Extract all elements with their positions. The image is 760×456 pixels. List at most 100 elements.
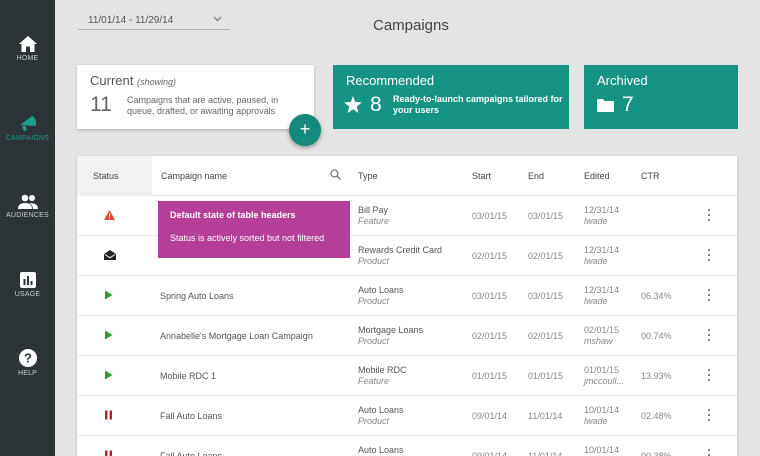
end-date: 02/01/15 (528, 331, 564, 341)
date-range-select[interactable]: 11/01/14 - 11/29/14 (78, 10, 230, 30)
card-count: 7 (622, 93, 634, 116)
current-campaigns-card[interactable]: Current (showing) 11 Campaigns that are … (77, 65, 314, 129)
more-options-icon[interactable] (707, 289, 711, 303)
end-date: 11/01/14 (528, 411, 563, 421)
type-label: Mobile RDC (358, 365, 407, 375)
ctr-value: 02.48% (641, 411, 672, 421)
ctr-column-header[interactable]: CTR (641, 171, 660, 181)
card-description: Ready-to-launch campaigns tailored for y… (393, 94, 563, 115)
more-options-icon[interactable] (707, 449, 711, 456)
recommended-campaigns-card[interactable]: Recommended 8 Ready-to-launch campaigns … (333, 65, 569, 129)
megaphone-icon (19, 116, 36, 131)
card-count: 11 (90, 93, 112, 116)
end-column-header[interactable]: End (528, 171, 544, 181)
sidebar-item-label: HOME (16, 55, 39, 62)
type-category: Product (358, 256, 390, 266)
campaign-type: Rewards Credit Card Product (358, 245, 442, 267)
more-options-icon[interactable] (707, 329, 711, 343)
bar-chart-icon (19, 272, 36, 288)
page-title: Campaigns (373, 17, 449, 34)
sidebar-item-help[interactable]: ? HELP (0, 349, 55, 377)
ctr-value: 00.74% (641, 331, 672, 341)
editor-name: lwade (584, 416, 608, 426)
card-title-text: Current (90, 73, 134, 88)
editor-name: mshaw (584, 336, 613, 346)
table-header-tooltip: Default state of table headers Status is… (158, 201, 350, 258)
ctr-value: 13.93% (641, 371, 672, 381)
type-column-header[interactable]: Type (358, 171, 378, 181)
card-qualifier: (showing) (136, 77, 176, 87)
ctr-value: 06.34% (641, 291, 672, 301)
card-title: Archived (597, 73, 648, 88)
editor-name: jmccoull... (584, 376, 625, 386)
table-row[interactable]: Fall Auto Loans Auto LoansProduct 09/01/14… (77, 436, 737, 456)
start-date: 03/01/15 (472, 211, 508, 221)
start-date: 03/01/15 (472, 291, 508, 301)
campaign-name[interactable]: Mobile RDC 1 (160, 371, 216, 381)
campaign-type: Mobile RDC Feature (358, 365, 407, 387)
archived-campaigns-card[interactable]: Archived 7 (584, 65, 738, 129)
campaign-name[interactable]: Fall Auto Loans (160, 411, 222, 421)
type-label: Rewards Credit Card (358, 245, 443, 255)
end-date: 03/01/15 (528, 291, 564, 301)
campaign-name[interactable]: Spring Auto Loans (160, 291, 234, 301)
edited-date: 10/01/14 (584, 445, 620, 455)
people-icon (17, 194, 38, 209)
table-row[interactable]: Mobile RDC 1 Mobile RDC Feature 01/01/15 01/… (77, 356, 737, 396)
end-date: 03/01/15 (528, 211, 564, 221)
help-icon: ? (18, 349, 37, 367)
add-campaign-button[interactable]: + (289, 114, 321, 146)
name-column-header[interactable]: Campaign name (161, 171, 227, 181)
svg-text:?: ? (24, 351, 32, 366)
sidebar-item-usage[interactable]: USAGE (0, 272, 55, 298)
card-description: Campaigns that are active, paused, in qu… (127, 95, 279, 116)
edited-info: 10/01/14 lwade (584, 405, 619, 427)
date-range-value: 11/01/14 - 11/29/14 (88, 15, 174, 26)
search-icon[interactable] (330, 169, 341, 180)
start-date: 02/01/15 (472, 331, 508, 341)
start-date: 09/01/14 (472, 411, 508, 421)
table-row[interactable]: Spring Auto Loans Auto Loans Product 03/01/… (77, 276, 737, 316)
home-icon (18, 36, 37, 52)
edited-info: 10/01/14 (584, 445, 619, 456)
type-category: Product (358, 336, 390, 346)
campaign-name[interactable]: Annabelle's Mortgage Loan Campaign (160, 331, 313, 341)
table-row[interactable]: Annabelle's Mortgage Loan Campaign Mortga… (77, 316, 737, 356)
sidebar-item-campaigns[interactable]: CAMPAIGNS (0, 114, 55, 142)
play-icon (104, 290, 113, 302)
status-column-header[interactable]: Status (93, 171, 119, 181)
campaign-type: Bill Pay Feature (358, 205, 389, 227)
pause-icon (104, 450, 113, 456)
table-row[interactable]: Fall Auto Loans Auto LoansProduct 09/01/14… (77, 396, 737, 436)
star-icon (344, 96, 362, 113)
sidebar-item-audiences[interactable]: AUDIENCES (0, 194, 55, 219)
table-header: Status Campaign name Type Start End Edit… (77, 156, 737, 196)
more-options-icon[interactable] (707, 209, 711, 223)
sidebar-item-label: HELP (17, 370, 38, 377)
start-column-header[interactable]: Start (472, 171, 491, 181)
campaign-name[interactable]: Fall Auto Loans (160, 451, 222, 456)
chevron-down-icon (213, 16, 222, 22)
type-label: Auto Loans (358, 445, 404, 455)
envelope-icon (104, 250, 116, 262)
type-label: Bill Pay (358, 205, 389, 215)
edited-column-header[interactable]: Edited (584, 171, 610, 181)
sidebar-item-home[interactable]: HOME (0, 36, 55, 62)
end-date: 01/01/15 (528, 371, 564, 381)
more-options-icon[interactable] (707, 409, 711, 423)
card-title: Recommended (346, 73, 435, 88)
edited-date: 10/01/14 (584, 405, 620, 415)
play-icon (104, 370, 113, 382)
end-date: 11/01/14 (528, 451, 563, 456)
edited-date: 12/31/14 (584, 285, 620, 295)
more-options-icon[interactable] (707, 369, 711, 383)
sidebar-item-label: AUDIENCES (6, 212, 49, 219)
more-options-icon[interactable] (707, 249, 711, 263)
pause-icon (104, 410, 113, 422)
start-date: 09/01/14 (472, 451, 508, 456)
start-date: 02/01/15 (472, 251, 508, 261)
ctr-value: 00.38% (641, 451, 672, 456)
type-label: Auto Loans (358, 405, 404, 415)
edited-date: 12/31/14 (584, 205, 620, 215)
edited-info: 02/01/15 mshaw (584, 325, 619, 347)
